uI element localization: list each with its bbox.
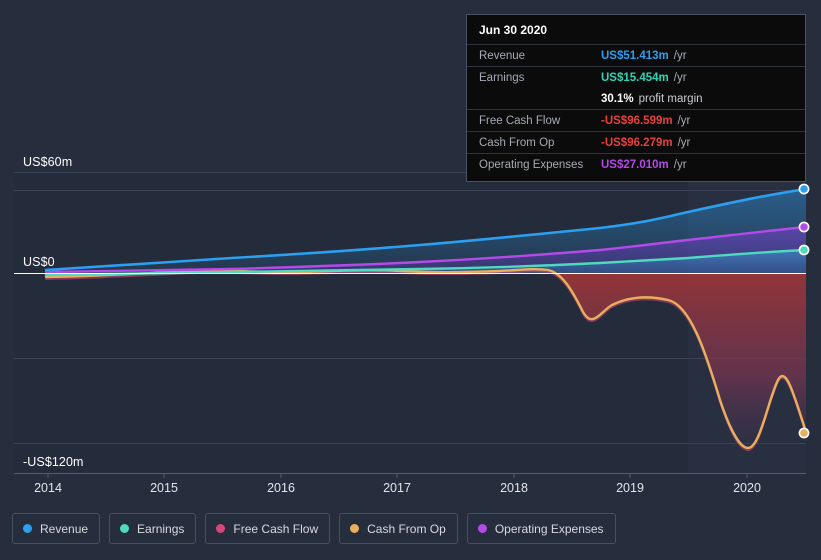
legend-dot-revenue-icon (23, 524, 32, 533)
legend-dot-earnings-icon (120, 524, 130, 533)
tooltip-key-revenue: Revenue (479, 50, 526, 62)
tooltip-row-operating-expenses: Operating Expenses US$27.010m /yr (467, 153, 805, 175)
x-axis-label-2015: 2015 (150, 481, 178, 495)
tooltip-value-earnings: US$15.454m (601, 72, 669, 84)
legend-label-operating-expenses: Operating Expenses (494, 521, 604, 536)
endpoint-earnings (798, 244, 810, 256)
tooltip-value-cash-from-op: -US$96.279m (601, 137, 673, 149)
endpoint-cash-from-op (798, 427, 810, 439)
tooltip-date: Jun 30 2020 (479, 23, 548, 37)
tooltip-unit-free-cash-flow: /yr (677, 115, 691, 127)
x-axis-label-2019: 2019 (616, 481, 644, 495)
x-axis-label-2020: 2020 (733, 481, 761, 495)
legend-label-free-cash-flow: Free Cash Flow (233, 521, 319, 536)
endpoint-revenue (798, 183, 810, 195)
legend-item-revenue[interactable]: Revenue (12, 513, 101, 544)
legend-item-cash-from-op[interactable]: Cash From Op (339, 513, 458, 544)
legend-label-revenue: Revenue (40, 521, 89, 536)
legend-item-operating-expenses[interactable]: Operating Expenses (466, 513, 616, 544)
tooltip-unit-cash-from-op: /yr (677, 137, 691, 149)
tooltip-row-revenue: Revenue US$51.413m /yr (467, 44, 805, 66)
y-axis-label-zero: US$0 (23, 255, 55, 269)
legend-dot-operating-expenses-icon (477, 524, 487, 533)
chart-legend: Revenue Earnings Free Cash Flow Cash Fro… (12, 513, 616, 544)
legend-item-free-cash-flow[interactable]: Free Cash Flow (205, 513, 331, 544)
y-axis-label-bottom: -US$120m (23, 455, 84, 469)
x-axis-label-2018: 2018 (500, 481, 528, 495)
tooltip-value-operating-expenses: US$27.010m (601, 159, 669, 171)
tooltip-value-profit-margin: 30.1% (601, 93, 634, 105)
tooltip-key-operating-expenses: Operating Expenses (479, 159, 584, 171)
legend-label-cash-from-op: Cash From Op (367, 521, 446, 536)
tooltip-value-revenue: US$51.413m (601, 50, 669, 62)
tooltip-row-cash-from-op: Cash From Op -US$96.279m /yr (467, 131, 805, 153)
tooltip-row-free-cash-flow: Free Cash Flow -US$96.599m /yr (467, 109, 805, 131)
y-axis-label-top: US$60m (23, 155, 73, 169)
legend-dot-cash-from-op-icon (350, 524, 360, 533)
tooltip-row-earnings: Earnings US$15.454m /yr (467, 66, 805, 88)
legend-item-earnings[interactable]: Earnings (109, 513, 197, 544)
tooltip-sub-profit-margin: profit margin (638, 93, 703, 105)
tooltip-unit-revenue: /yr (673, 50, 687, 62)
tooltip-row-profit-margin: 30.1% profit margin (467, 88, 805, 109)
tooltip-key-earnings: Earnings (479, 72, 525, 84)
legend-dot-free-cash-flow-icon (216, 524, 226, 533)
x-axis-label-2016: 2016 (267, 481, 295, 495)
tooltip-key-cash-from-op: Cash From Op (479, 137, 555, 149)
endpoint-operating-expenses (798, 221, 810, 233)
tooltip-value-free-cash-flow: -US$96.599m (601, 115, 673, 127)
x-axis-label-2017: 2017 (383, 481, 411, 495)
chart-tooltip: Jun 30 2020 Revenue US$51.413m /yr Earni… (466, 14, 806, 182)
tooltip-unit-operating-expenses: /yr (673, 159, 687, 171)
x-axis-label-2014: 2014 (34, 481, 62, 495)
legend-label-earnings: Earnings (137, 521, 185, 536)
tooltip-unit-earnings: /yr (673, 72, 687, 84)
tooltip-key-free-cash-flow: Free Cash Flow (479, 115, 561, 127)
